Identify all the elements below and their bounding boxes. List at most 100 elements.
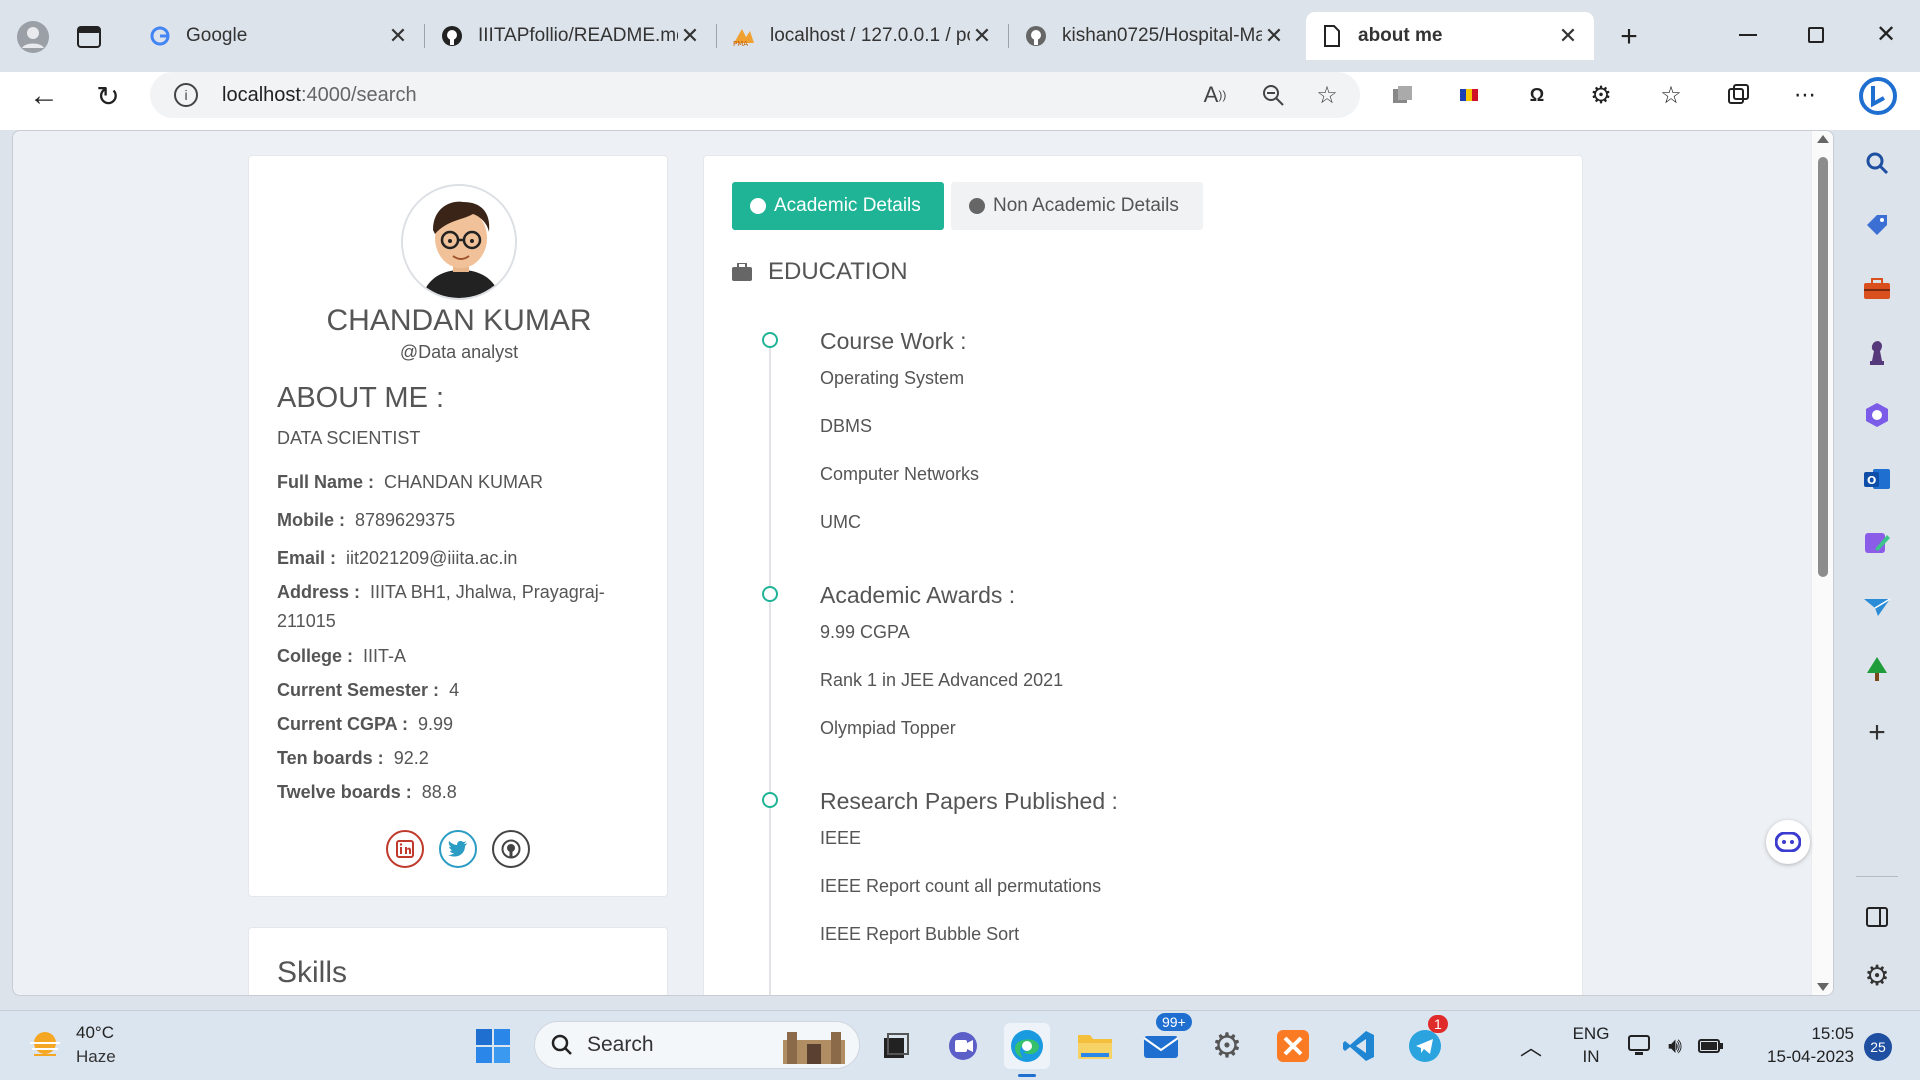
copilot-float-icon[interactable] <box>1766 820 1810 864</box>
mail-icon[interactable]: 99+ <box>1138 1013 1192 1069</box>
circle-icon <box>969 198 985 214</box>
restore-icon[interactable] <box>1796 20 1836 50</box>
language-indicator[interactable]: ENG IN <box>1566 1021 1616 1071</box>
tools-briefcase-icon[interactable] <box>1858 270 1896 308</box>
skills-title: Skills <box>277 956 348 989</box>
notification-count[interactable]: 25 <box>1864 1033 1892 1061</box>
microsoft365-icon[interactable] <box>1858 396 1896 434</box>
collections-icon[interactable] <box>1386 78 1420 112</box>
search-icon <box>551 1034 573 1056</box>
tab-actions-icon[interactable] <box>74 22 104 52</box>
windows-start-icon[interactable] <box>470 1023 516 1069</box>
field-value: 4 <box>449 680 460 700</box>
display-network-icon[interactable] <box>1626 1023 1656 1069</box>
tab-title: Google <box>186 25 248 46</box>
scrollbar-thumb[interactable] <box>1818 157 1828 577</box>
teams-chat-icon[interactable] <box>940 1023 986 1069</box>
favorites-icon[interactable]: ☆ <box>1654 78 1688 112</box>
tab-title: localhost / 127.0.0.1 / pc <box>770 25 970 46</box>
task-view-icon[interactable] <box>872 1023 918 1069</box>
extension-flag-icon[interactable] <box>1452 78 1486 112</box>
timeline-title: Course Work : <box>820 328 967 354</box>
edge-sidebar: O + ⚙ <box>1836 130 1920 1006</box>
vertical-scrollbar[interactable] <box>1811 131 1833 995</box>
shopping-tag-icon[interactable] <box>1858 206 1896 244</box>
search-icon[interactable] <box>1858 144 1896 182</box>
mail-badge: 99+ <box>1156 1013 1192 1031</box>
close-icon[interactable]: ✕ <box>678 23 702 48</box>
edge-browser-icon[interactable] <box>1004 1023 1050 1077</box>
twitter-icon[interactable] <box>439 830 477 868</box>
omega-extension-icon[interactable]: Ω <box>1520 78 1554 112</box>
field-label: Current Semester : <box>277 680 440 700</box>
chevron-up-icon[interactable]: ︿ <box>1508 1023 1554 1069</box>
extensions-icon[interactable]: ⚙ <box>1584 78 1618 112</box>
telegram-icon[interactable]: 1 <box>1402 1015 1448 1069</box>
send-icon[interactable] <box>1858 588 1896 626</box>
bing-copilot-icon[interactable] <box>1854 72 1902 120</box>
settings-app-icon[interactable]: ⚙ <box>1204 1023 1250 1069</box>
weather-desc: Haze <box>76 1047 116 1066</box>
hide-sidebar-icon[interactable] <box>1858 898 1896 936</box>
weather-widget[interactable]: 40°C Haze <box>24 1021 144 1071</box>
address-bar[interactable]: i localhost:4000/search A)) ☆ <box>150 72 1360 118</box>
svg-text:O: O <box>1867 474 1876 487</box>
page-icon <box>1320 24 1344 48</box>
scroll-down-icon[interactable] <box>1817 983 1829 991</box>
profile-avatar-icon[interactable] <box>14 18 52 56</box>
minimize-icon[interactable] <box>1728 20 1768 50</box>
tab-non-academic-details[interactable]: Non Academic Details <box>951 182 1203 230</box>
tab-google[interactable]: Google ✕ <box>134 12 424 60</box>
tab-readme[interactable]: IIITAPfollio/README.md ✕ <box>426 12 716 60</box>
field-label: College : <box>277 646 354 666</box>
search-label: Search <box>587 1033 654 1056</box>
timeline-title: Academic Awards : <box>820 582 1016 608</box>
taskbar-search[interactable]: Search <box>534 1021 860 1069</box>
about-subtitle: DATA SCIENTIST <box>277 428 421 448</box>
add-favorite-icon[interactable]: ☆ <box>1312 80 1342 110</box>
close-icon[interactable]: ✕ <box>1556 23 1580 48</box>
close-window-icon[interactable]: ✕ <box>1866 18 1906 50</box>
clock[interactable]: 15:05 15-04-2023 <box>1744 1021 1854 1071</box>
tab-phpmyadmin[interactable]: PMA localhost / 127.0.0.1 / pc ✕ <box>718 12 1008 60</box>
read-aloud-icon[interactable]: A)) <box>1200 80 1230 110</box>
info-icon[interactable]: i <box>174 83 198 107</box>
vscode-icon[interactable] <box>1336 1023 1382 1069</box>
xampp-icon[interactable] <box>1270 1023 1316 1069</box>
new-tab-icon[interactable]: + <box>1612 20 1646 54</box>
timeline-line <box>769 340 771 995</box>
close-icon[interactable]: ✕ <box>1262 23 1286 48</box>
timeline-item: Rank 1 in JEE Advanced 2021 <box>820 670 1064 690</box>
tab-title: about me <box>1358 25 1443 46</box>
field-value: 8789629375 <box>355 510 456 530</box>
notification-count-label: 25 <box>1870 1039 1886 1055</box>
tab-about-me[interactable]: about me ✕ <box>1306 12 1594 60</box>
tab-academic-details[interactable]: Academic Details <box>732 182 944 230</box>
browser-toolbar: ← ↻ i localhost:4000/search A)) ☆ Ω ⚙ ☆ … <box>0 72 1920 130</box>
collections-add-icon[interactable] <box>1722 78 1756 112</box>
volume-icon[interactable]: 🔊︎ <box>1660 1023 1690 1069</box>
linkedin-icon[interactable] <box>386 830 424 868</box>
details-card: Academic Details Non Academic Details ED… <box>703 155 1583 995</box>
close-icon[interactable]: ✕ <box>386 23 410 48</box>
github-icon[interactable] <box>492 830 530 868</box>
scroll-up-icon[interactable] <box>1817 135 1829 143</box>
timeline-item: IEEE Report Bubble Sort <box>820 924 1020 944</box>
add-icon[interactable]: + <box>1858 714 1896 752</box>
games-chess-icon[interactable] <box>1858 334 1896 372</box>
outlook-icon[interactable]: O <box>1858 460 1896 498</box>
tree-icon[interactable] <box>1858 650 1896 688</box>
battery-icon[interactable] <box>1696 1023 1726 1069</box>
close-icon[interactable]: ✕ <box>970 23 994 48</box>
more-menu-icon[interactable]: ⋯ <box>1788 78 1822 112</box>
settings-gear-icon[interactable]: ⚙ <box>1858 956 1896 994</box>
back-icon[interactable]: ← <box>24 76 64 116</box>
file-explorer-icon[interactable] <box>1072 1023 1118 1069</box>
tab-divider <box>1008 24 1009 48</box>
zoom-out-icon[interactable] <box>1258 80 1288 110</box>
refresh-icon[interactable]: ↻ <box>88 76 128 116</box>
tab-divider <box>424 24 425 48</box>
designer-icon[interactable] <box>1858 524 1896 562</box>
tab-hospital[interactable]: kishan0725/Hospital-Ma ✕ <box>1010 12 1300 60</box>
timeline-title: Research Papers Published : <box>820 788 1118 814</box>
